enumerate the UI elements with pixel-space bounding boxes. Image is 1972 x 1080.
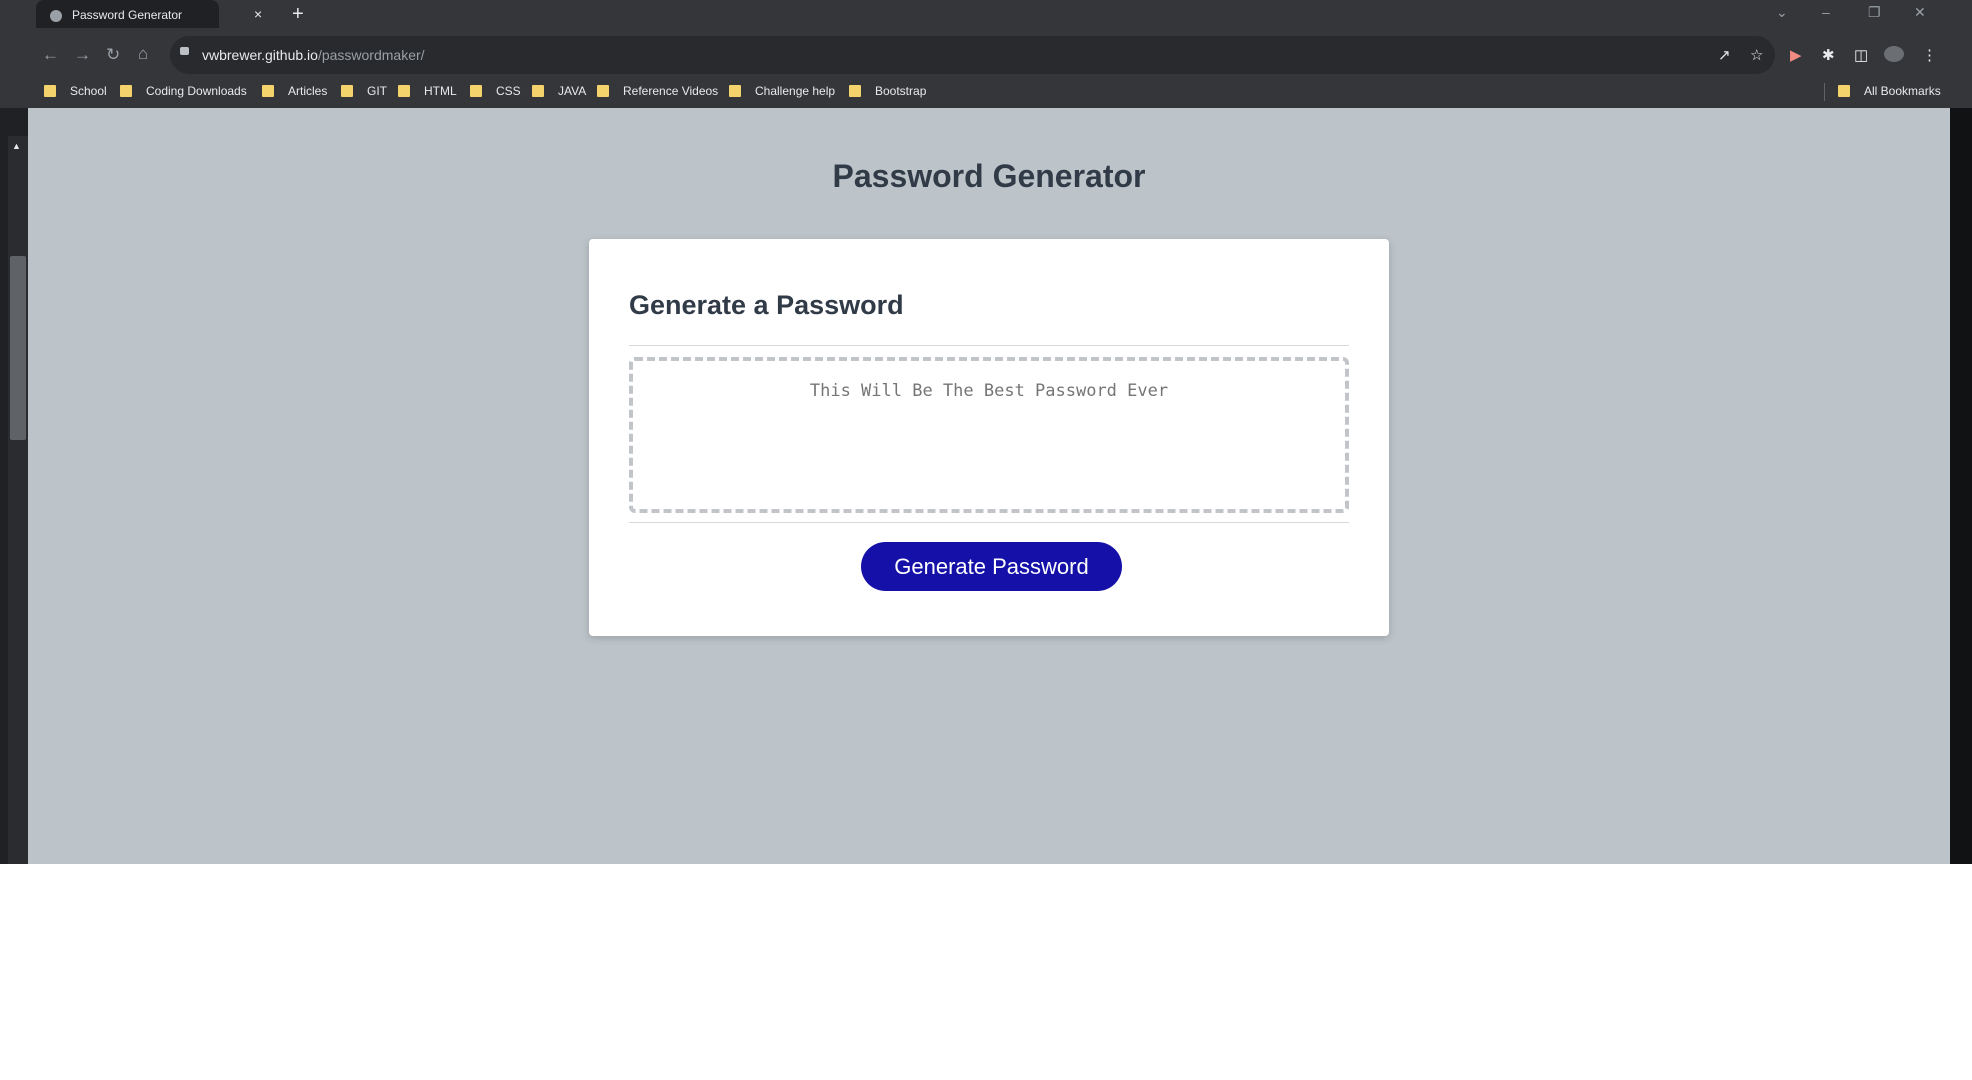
scroll-up-icon[interactable]: ▲	[12, 141, 21, 151]
url-host: vwbrewer.github.io	[202, 47, 318, 63]
bookmark-label: Challenge help	[755, 84, 836, 98]
url-text[interactable]: vwbrewer.github.io/passwordmaker/	[202, 47, 425, 63]
lock-icon[interactable]	[180, 47, 189, 55]
folder-icon	[262, 85, 274, 97]
globe-icon	[50, 10, 62, 22]
bookmark-folder[interactable]: JAVA	[532, 84, 586, 98]
page-title: Password Generator	[832, 158, 1146, 194]
folder-icon	[341, 85, 353, 97]
extension-record-icon[interactable]: ▶	[1790, 46, 1802, 64]
card-heading: Generate a Password	[629, 290, 904, 320]
bookmark-folder[interactable]: School	[44, 84, 107, 98]
reload-icon[interactable]: ↻	[106, 46, 120, 64]
bookmark-label: CSS	[496, 84, 521, 98]
bookmark-label: Reference Videos	[623, 84, 719, 98]
bookmark-label: JAVA	[558, 84, 587, 98]
folder-icon	[1838, 85, 1850, 97]
folder-icon	[44, 85, 56, 97]
divider	[629, 345, 1349, 346]
divider	[629, 522, 1349, 523]
folder-icon	[120, 85, 132, 97]
bookmark-label: Bootstrap	[875, 84, 927, 98]
minimize-icon[interactable]: –	[1822, 4, 1830, 20]
generate-password-button[interactable]: Generate Password	[861, 542, 1122, 591]
scrollbar-track[interactable]	[8, 136, 28, 864]
folder-icon	[532, 85, 544, 97]
bookmark-label: School	[70, 84, 107, 98]
bookmarks-divider	[1824, 83, 1825, 101]
bookmark-label: All Bookmarks	[1864, 84, 1941, 98]
menu-icon[interactable]: ⋮	[1922, 46, 1937, 64]
bookmark-label: HTML	[424, 84, 457, 98]
password-output[interactable]	[629, 357, 1349, 513]
extension-icon[interactable]: ✱	[1822, 46, 1835, 64]
new-tab-icon[interactable]: +	[292, 3, 304, 26]
bookmark-label: Coding Downloads	[146, 84, 247, 98]
folder-icon	[849, 85, 861, 97]
forward-icon[interactable]: →	[74, 46, 91, 64]
bookmark-folder[interactable]: Articles	[262, 84, 327, 98]
url-path: /passwordmaker/	[317, 47, 425, 63]
folder-icon	[398, 85, 410, 97]
folder-icon	[597, 85, 609, 97]
bookmark-folder[interactable]: GIT	[341, 84, 387, 98]
tab-search-icon[interactable]: ⌄	[1776, 4, 1788, 21]
bookmark-label: Articles	[288, 84, 328, 98]
sidebar-icon[interactable]: ◫	[1854, 46, 1868, 64]
profile-avatar[interactable]	[1884, 46, 1904, 62]
close-window-icon[interactable]: ✕	[1914, 4, 1926, 21]
star-icon[interactable]: ☆	[1750, 46, 1763, 64]
bookmark-folder[interactable]: Coding Downloads	[120, 84, 247, 98]
all-bookmarks[interactable]: All Bookmarks	[1838, 84, 1941, 98]
bookmark-folder[interactable]: Reference Videos	[597, 84, 718, 98]
bookmark-label: GIT	[367, 84, 387, 98]
scrollbar-thumb[interactable]	[10, 256, 26, 440]
bookmark-folder[interactable]: HTML	[398, 84, 457, 98]
back-icon[interactable]: ←	[42, 46, 59, 64]
bookmark-folder[interactable]: Bootstrap	[849, 84, 926, 98]
home-icon[interactable]: ⌂	[138, 45, 148, 63]
share-icon[interactable]: ↗	[1718, 46, 1731, 64]
restore-icon[interactable]: ❐	[1868, 4, 1881, 21]
folder-icon	[470, 85, 482, 97]
bookmark-folder[interactable]: Challenge help	[729, 84, 835, 98]
tab-close-icon[interactable]: ×	[254, 6, 262, 22]
right-panel-edge	[1950, 108, 1972, 864]
tab-title: Password Generator	[72, 8, 183, 22]
folder-icon	[729, 85, 741, 97]
bookmark-folder[interactable]: CSS	[470, 84, 521, 98]
